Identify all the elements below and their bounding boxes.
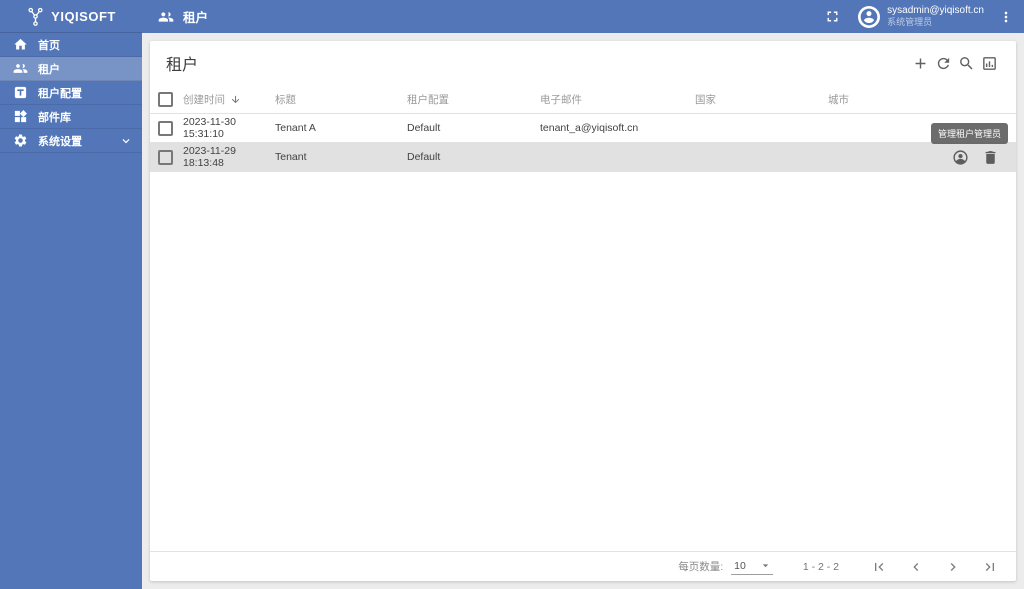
user-email: sysadmin@yiqisoft.cn (887, 4, 984, 16)
sidebar-item-label: 首页 (38, 39, 60, 52)
user-info: sysadmin@yiqisoft.cn 系统管理员 (887, 5, 984, 29)
chevron-right-icon (950, 562, 956, 571)
select-all-checkbox[interactable] (158, 91, 173, 107)
overflow-menu-button[interactable] (998, 9, 1014, 25)
table-row[interactable]: 2023-11-29 18:13:48 Tenant Default (150, 143, 1016, 172)
tenant-list-card: 租户 创建时间 标题 租户配置 电子邮件 国家 城市 2023-11-30 15… (150, 41, 1016, 581)
card-header: 租户 (150, 41, 1016, 85)
column-header-country[interactable]: 国家 (695, 92, 828, 107)
dots-vertical-icon (1004, 11, 1008, 22)
table-row[interactable]: 2023-11-30 15:31:10 Tenant A Default ten… (150, 114, 1016, 143)
cell-created: 2023-11-30 15:31:10 (183, 116, 236, 140)
chart-box-icon (983, 56, 996, 70)
column-header-city[interactable]: 城市 (828, 92, 1008, 107)
column-header-label: 创建时间 (183, 93, 225, 106)
column-chart-button[interactable] (981, 55, 998, 72)
fullscreen-icon (827, 11, 838, 22)
sidebar-item-system-settings[interactable]: 系统设置 (0, 129, 142, 153)
table-header-row: 创建时间 标题 租户配置 电子邮件 国家 城市 (150, 85, 1016, 114)
column-header-label: 城市 (828, 93, 849, 106)
manage-admin-icon (953, 149, 968, 165)
column-header-label: 标题 (275, 93, 296, 106)
search-button[interactable] (958, 55, 975, 72)
people-icon (13, 61, 28, 76)
pager (871, 559, 998, 575)
caret-down-icon (762, 564, 769, 568)
sidebar-item-label: 租户 (38, 63, 60, 76)
column-header-label: 电子邮件 (540, 93, 582, 106)
column-header-title[interactable]: 标题 (275, 92, 407, 107)
prev-page-button[interactable] (908, 559, 924, 575)
widgets-icon (13, 109, 28, 124)
row-checkbox[interactable] (158, 120, 173, 136)
people-icon (158, 11, 174, 22)
refresh-button[interactable] (935, 55, 952, 72)
column-header-label: 国家 (695, 93, 716, 106)
column-header-email[interactable]: 电子邮件 (540, 92, 695, 107)
table-toolbar (912, 55, 998, 72)
action-tooltip: 管理租户管理员 (930, 123, 1008, 144)
cell-title: Tenant (275, 151, 307, 163)
topbar-actions: sysadmin@yiqisoft.cn 系统管理员 (824, 5, 1014, 29)
tenant-config-icon (13, 85, 28, 100)
sidebar-item-tenants[interactable]: 租户 (0, 57, 142, 81)
page-range-text: 1 - 2 - 2 (802, 560, 839, 573)
column-header-created[interactable]: 创建时间 (183, 92, 275, 107)
per-page-select[interactable]: 10 (731, 558, 773, 575)
next-page-button[interactable] (945, 559, 961, 575)
last-page-icon (985, 562, 994, 571)
search-icon (960, 56, 973, 70)
delete-button[interactable] (982, 149, 999, 166)
first-page-icon (875, 562, 884, 571)
gear-icon (13, 133, 28, 148)
topbar-breadcrumb: 租户 (158, 7, 208, 26)
refresh-icon (937, 57, 950, 69)
avatar[interactable] (858, 5, 881, 28)
header-checkbox-cell (158, 91, 183, 107)
manage-admin-button[interactable] (952, 149, 969, 166)
sidebar-item-label: 租户配置 (38, 87, 82, 100)
first-page-button[interactable] (871, 559, 887, 575)
row-actions (952, 149, 1008, 166)
add-button[interactable] (912, 55, 929, 72)
per-page-label: 每页数量: (678, 561, 724, 573)
cell-title: Tenant A (275, 122, 316, 134)
sidebar-item-widgets[interactable]: 部件库 (0, 105, 142, 129)
last-page-button[interactable] (982, 559, 998, 575)
sidebar-item-tenant-config[interactable]: 租户配置 (0, 81, 142, 105)
add-icon (915, 58, 926, 68)
yiqisoft-logo-icon (28, 7, 43, 26)
chevron-left-icon (913, 562, 919, 571)
sort-desc-icon (230, 94, 241, 105)
cell-email: tenant_a@yiqisoft.cn (540, 122, 639, 134)
topbar: 租户 sysadmin@yiqisoft.cn 系统管理员 (142, 0, 1024, 33)
account-circle-icon (860, 8, 878, 25)
page-title: 租户 (166, 57, 199, 74)
main-content: 租户 创建时间 标题 租户配置 电子邮件 国家 城市 2023-11-30 15… (142, 33, 1024, 589)
sidebar-item-label: 系统设置 (38, 135, 82, 148)
table-empty-space (150, 172, 1016, 551)
cell-config: Default (407, 151, 441, 163)
user-role: 系统管理员 (887, 17, 933, 28)
column-header-config[interactable]: 租户配置 (407, 92, 540, 107)
sidebar: YIQISOFT 首页 租户 租户配置 部件库 系统设置 (0, 0, 142, 589)
fullscreen-button[interactable] (824, 8, 841, 25)
row-checkbox[interactable] (158, 149, 173, 165)
home-icon (13, 37, 28, 52)
column-header-label: 租户配置 (407, 93, 449, 106)
sidebar-nav: 首页 租户 租户配置 部件库 系统设置 (0, 33, 142, 153)
cell-config: Default (407, 122, 441, 134)
delete-icon (985, 150, 996, 164)
topbar-title: 租户 (183, 11, 209, 25)
sidebar-item-home[interactable]: 首页 (0, 33, 142, 57)
chevron-down-icon (119, 134, 133, 148)
brand-name: YIQISOFT (51, 8, 116, 24)
per-page-value: 10 (734, 559, 746, 572)
brand-logo: YIQISOFT (0, 0, 142, 33)
cell-created: 2023-11-29 18:13:48 (183, 145, 236, 169)
sidebar-item-label: 部件库 (38, 111, 71, 124)
table-footer: 每页数量: 10 1 - 2 - 2 (150, 551, 1016, 581)
